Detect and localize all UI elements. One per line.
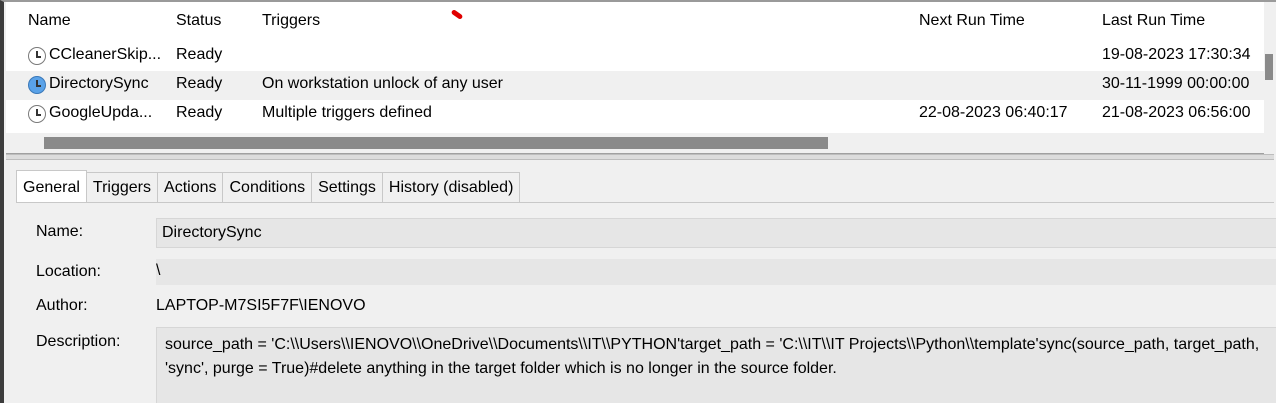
column-header-status[interactable]: Status — [176, 12, 221, 30]
tab-triggers[interactable]: Triggers — [86, 172, 159, 202]
clock-icon — [28, 47, 46, 65]
list-header: Name Status Triggers Next Run Time Last … — [6, 2, 1264, 44]
task-triggers: On workstation unlock of any user — [262, 75, 504, 92]
task-triggers: Multiple triggers defined — [262, 104, 432, 121]
task-last-run: 21-08-2023 06:56:00 — [1102, 104, 1251, 121]
table-row[interactable]: CCleanerSkip... Ready 19-08-2023 17:30:3… — [6, 42, 1264, 71]
author-label: Author: — [36, 297, 88, 314]
column-header-triggers[interactable]: Triggers — [262, 12, 320, 30]
name-field[interactable]: DirectorySync — [156, 218, 1276, 248]
name-label: Name: — [36, 223, 84, 240]
general-tab-content: Name: DirectorySync Location: \ Author: … — [16, 202, 1276, 403]
task-list: Name Status Triggers Next Run Time Last … — [6, 2, 1274, 154]
location-label: Location: — [36, 263, 101, 280]
task-name: DirectorySync — [49, 75, 149, 92]
tab-conditions[interactable]: Conditions — [223, 172, 313, 202]
column-header-last-run[interactable]: Last Run Time — [1102, 12, 1205, 30]
task-last-run: 19-08-2023 17:30:34 — [1102, 46, 1251, 63]
task-status: Ready — [176, 46, 223, 63]
table-row[interactable]: GoogleUpda... Ready Multiple triggers de… — [6, 100, 1264, 129]
tab-actions[interactable]: Actions — [158, 172, 224, 202]
task-status: Ready — [176, 104, 223, 121]
task-next-run: 22-08-2023 06:40:17 — [919, 104, 1068, 121]
tab-general[interactable]: General — [16, 170, 87, 202]
task-last-run: 30-11-1999 00:00:00 — [1102, 75, 1250, 92]
task-status: Ready — [176, 75, 223, 92]
description-field[interactable]: source_path = 'C:\\Users\\IENOVO\\OneDri… — [156, 327, 1276, 403]
task-details-pane: General Triggers Actions Conditions Sett… — [6, 160, 1276, 403]
column-header-next-run[interactable]: Next Run Time — [919, 12, 1025, 30]
author-field[interactable]: LAPTOP-M7SI5F7F\IENOVO — [156, 293, 1276, 321]
vertical-scroll-thumb[interactable] — [1265, 54, 1273, 80]
horizontal-scrollbar[interactable] — [6, 133, 1264, 153]
description-label: Description: — [36, 333, 121, 350]
clock-icon — [28, 105, 46, 123]
location-field[interactable]: \ — [156, 259, 1276, 285]
vertical-scrollbar[interactable] — [1264, 2, 1274, 154]
table-row[interactable]: DirectorySync Ready On workstation unloc… — [6, 71, 1264, 100]
task-name: CCleanerSkip... — [49, 46, 162, 63]
tab-strip: General Triggers Actions Conditions Sett… — [16, 170, 521, 202]
tab-settings[interactable]: Settings — [312, 172, 383, 202]
horizontal-scroll-thumb[interactable] — [44, 137, 828, 149]
clock-icon — [28, 76, 46, 94]
tab-history[interactable]: History (disabled) — [382, 172, 521, 202]
column-header-name[interactable]: Name — [28, 12, 71, 30]
task-name: GoogleUpda... — [49, 104, 153, 121]
